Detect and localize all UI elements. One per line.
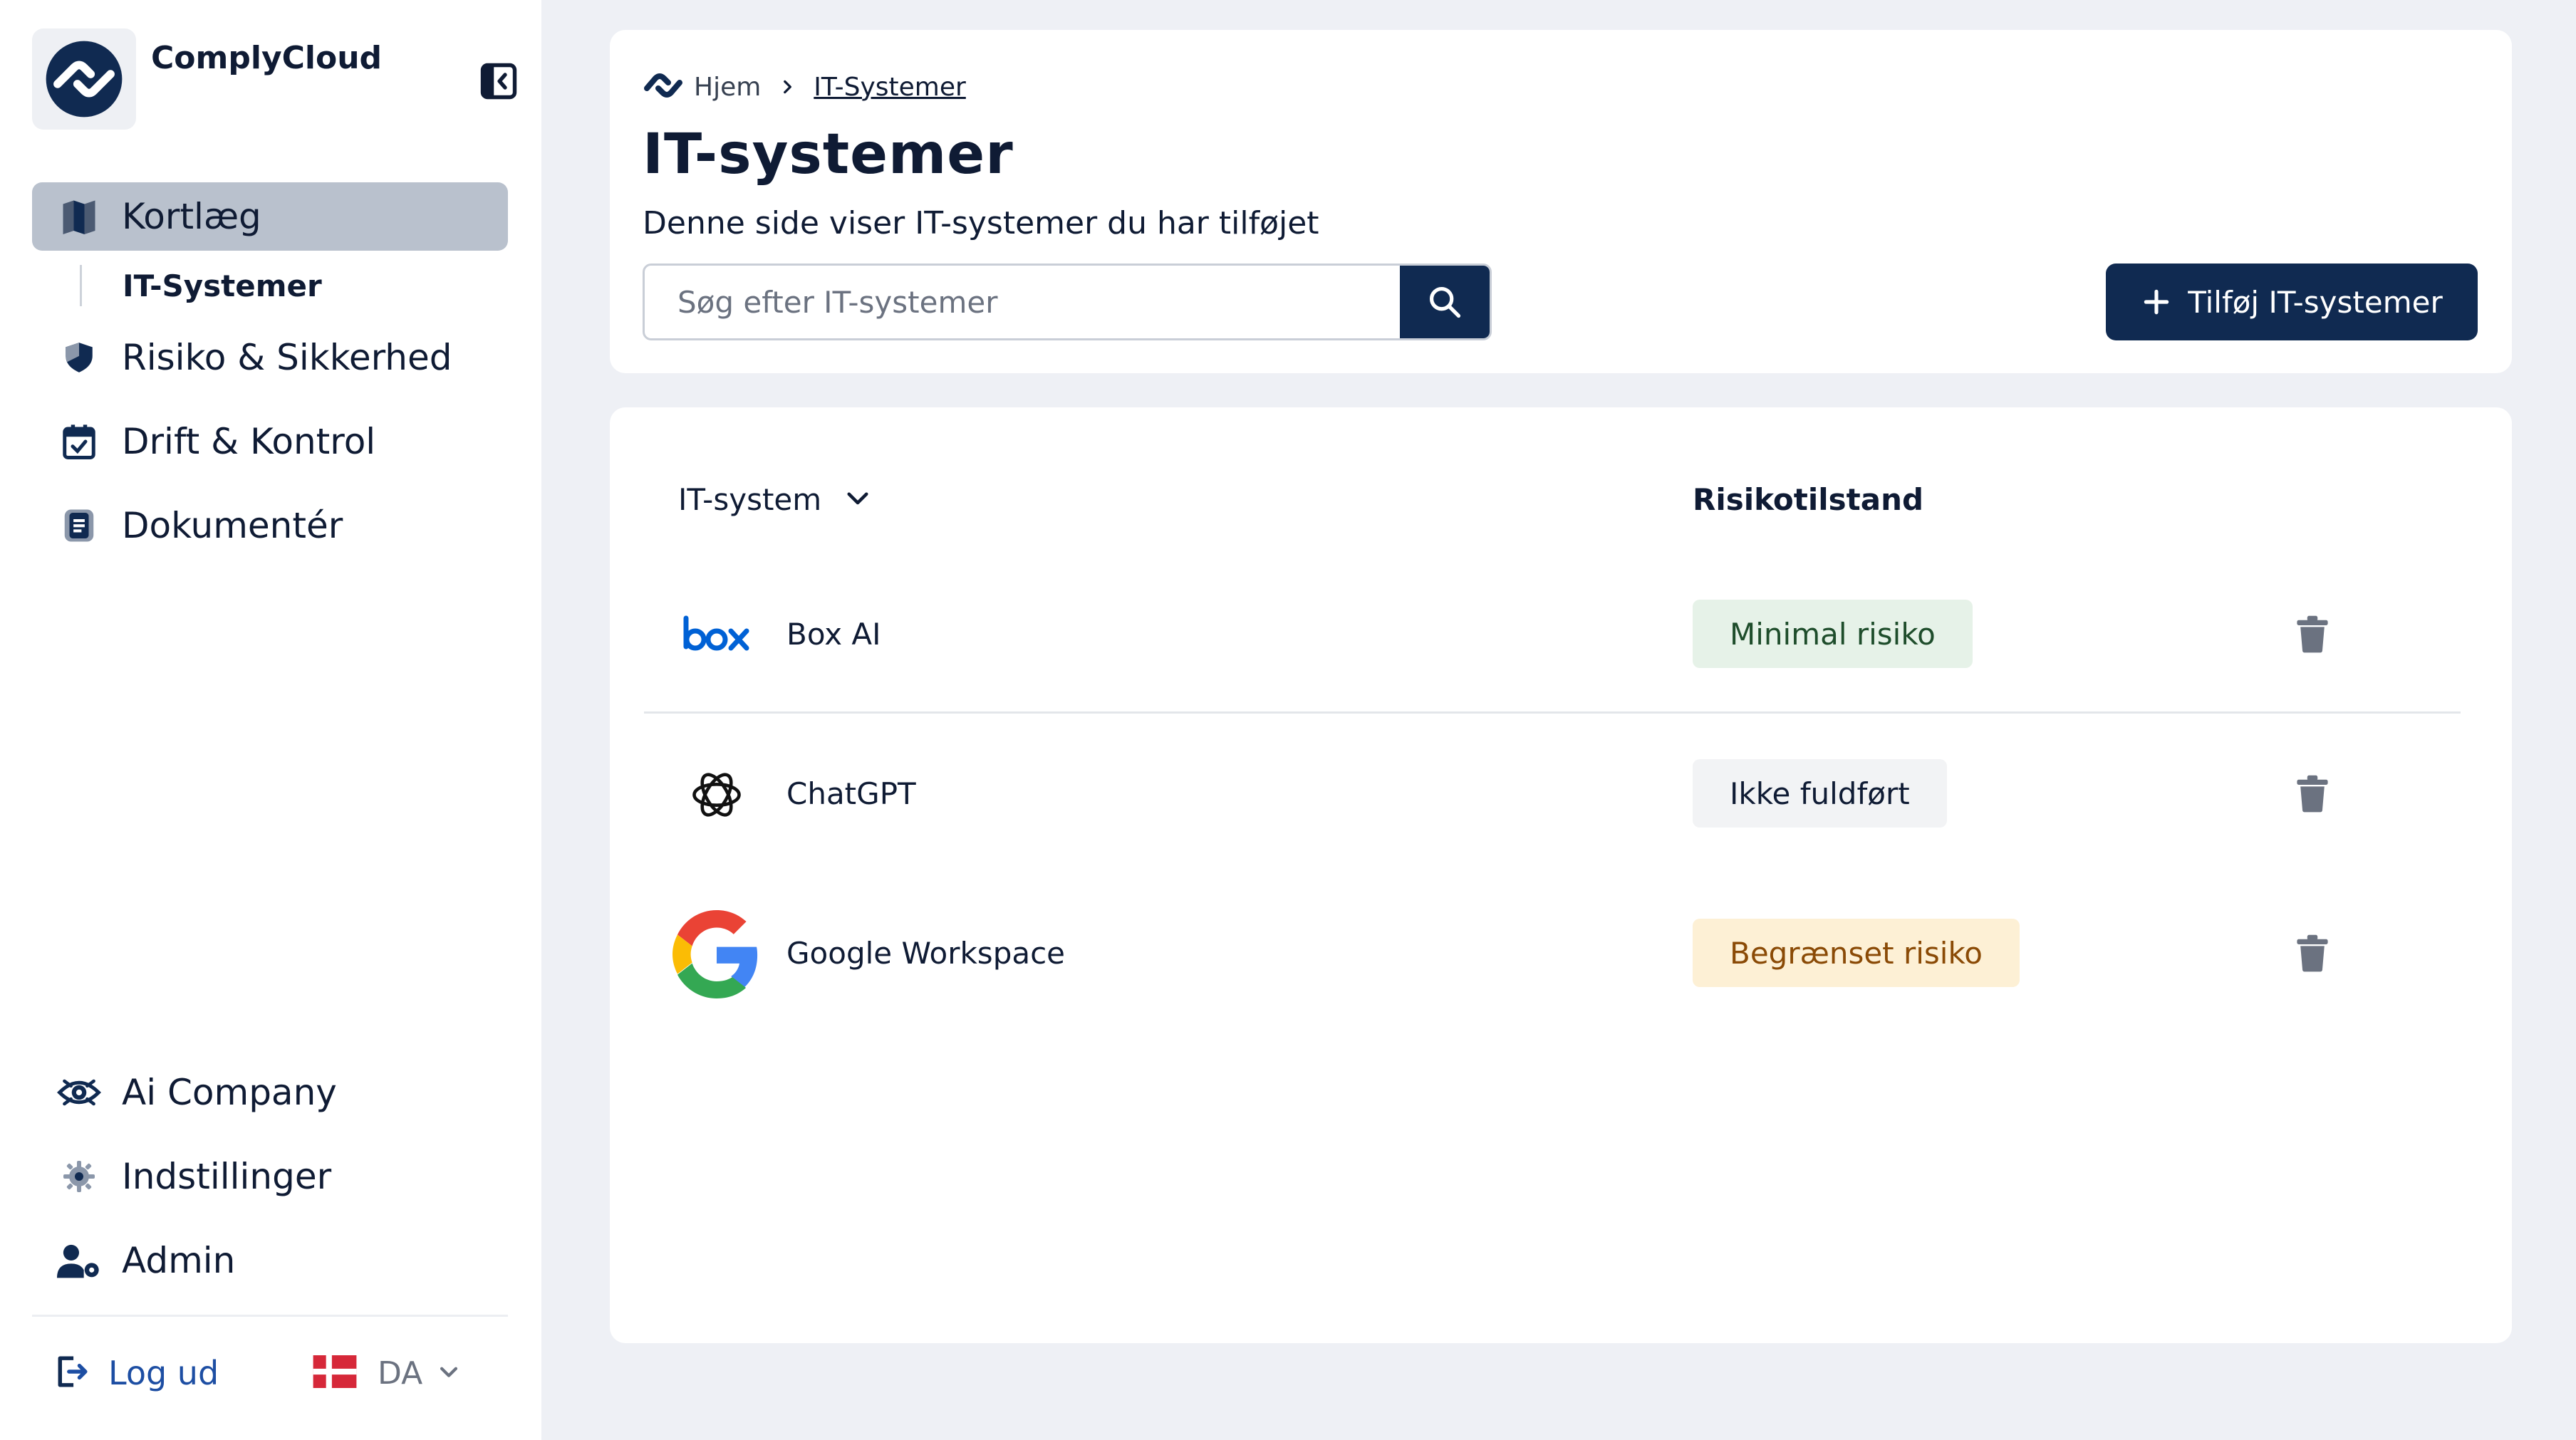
search-button[interactable] <box>1400 266 1490 338</box>
delete-button[interactable] <box>2284 605 2341 662</box>
sidebar-subitem-it-systemer[interactable]: IT-Systemer <box>123 265 322 306</box>
chevron-right-icon <box>778 78 796 96</box>
brand-name: ComplyCloud <box>151 40 383 76</box>
box-logo-icon <box>672 591 761 679</box>
sidebar-item-label: Admin <box>122 1240 236 1281</box>
sidebar-collapse-icon[interactable] <box>479 61 519 101</box>
sub-item-indicator <box>80 265 82 306</box>
sidebar-item-indstillinger[interactable]: Indstillinger <box>32 1142 508 1211</box>
language-code: DA <box>378 1355 423 1392</box>
delete-button[interactable] <box>2284 765 2341 822</box>
sidebar-item-label: Kortlæg <box>122 196 261 237</box>
sidebar-item-risiko-sikkerhed[interactable]: Risiko & Sikkerhed <box>32 323 508 392</box>
search-bar <box>643 264 1492 340</box>
plus-icon <box>2144 289 2169 315</box>
gear-icon <box>56 1159 102 1194</box>
page-header-card: Hjem IT-Systemer IT-systemer Denne side … <box>610 30 2512 373</box>
search-input[interactable] <box>645 266 1400 338</box>
system-name: ChatGPT <box>786 776 916 811</box>
table-row[interactable]: Google Workspace Begrænset risiko <box>644 873 2461 1033</box>
page-subtitle: Denne side viser IT-systemer du har tilf… <box>643 205 1319 241</box>
calendar-check-icon <box>56 422 102 461</box>
sidebar-item-label: Risiko & Sikkerhed <box>122 337 452 378</box>
breadcrumb-current-link[interactable]: IT-Systemer <box>814 73 966 102</box>
logout-button[interactable]: Log ud <box>56 1347 219 1399</box>
status-badge: Ikke fuldført <box>1693 759 1947 828</box>
openai-logo-icon <box>672 751 761 839</box>
sidebar-item-admin[interactable]: Admin <box>32 1226 508 1295</box>
logout-label: Log ud <box>108 1354 219 1392</box>
sidebar-item-label: Drift & Kontrol <box>122 421 376 462</box>
document-icon <box>56 506 102 545</box>
user-gear-icon <box>56 1241 102 1280</box>
trash-icon <box>2297 615 2328 653</box>
search-icon <box>1429 286 1461 318</box>
company-eye-icon <box>56 1071 102 1114</box>
google-logo-icon <box>672 910 761 998</box>
shield-icon <box>56 340 102 375</box>
trash-icon <box>2297 775 2328 813</box>
column-header-label: IT-system <box>678 481 822 517</box>
home-logo-icon[interactable] <box>643 71 684 103</box>
sidebar-divider <box>32 1315 508 1317</box>
chevron-down-icon <box>843 483 873 516</box>
map-icon <box>56 195 102 238</box>
column-header-it-system[interactable]: IT-system <box>678 473 873 526</box>
sidebar: ComplyCloud Kortlæg IT-Systemer Risiko &… <box>0 0 541 1440</box>
logout-icon <box>56 1353 88 1393</box>
chevron-down-icon <box>437 1360 461 1387</box>
system-name: Box AI <box>786 616 881 652</box>
breadcrumb-home-link[interactable]: Hjem <box>694 73 761 102</box>
sidebar-item-drift-kontrol[interactable]: Drift & Kontrol <box>32 407 508 476</box>
column-header-risk: Risikotilstand <box>1693 481 1924 517</box>
sidebar-item-label: Ai Company <box>122 1072 337 1113</box>
breadcrumb: Hjem IT-Systemer <box>643 68 966 105</box>
add-it-systems-button[interactable]: Tilføj IT-systemer <box>2106 264 2478 340</box>
status-badge: Minimal risiko <box>1693 600 1973 668</box>
status-badge: Begrænset risiko <box>1693 919 2020 987</box>
complycloud-logo-icon[interactable] <box>32 28 136 130</box>
it-systems-table: IT-system Risikotilstand Box AI Minimal … <box>610 407 2512 1343</box>
trash-icon <box>2297 934 2328 972</box>
system-name: Google Workspace <box>786 935 1066 971</box>
table-row[interactable]: Box AI Minimal risiko <box>644 554 2461 714</box>
sidebar-item-label: Dokumentér <box>122 505 343 546</box>
page-title: IT-systemer <box>643 122 1014 187</box>
language-selector[interactable]: DA <box>312 1347 461 1399</box>
denmark-flag-icon <box>312 1355 358 1391</box>
add-button-label: Tilføj IT-systemer <box>2188 284 2443 320</box>
sidebar-item-ai-company[interactable]: Ai Company <box>32 1058 508 1127</box>
sidebar-item-label: Indstillinger <box>122 1156 332 1197</box>
sidebar-item-kortlaeg[interactable]: Kortlæg <box>32 182 508 251</box>
table-row[interactable]: ChatGPT Ikke fuldført <box>644 714 2461 873</box>
delete-button[interactable] <box>2284 924 2341 981</box>
sidebar-item-dokumenter[interactable]: Dokumentér <box>32 491 508 560</box>
